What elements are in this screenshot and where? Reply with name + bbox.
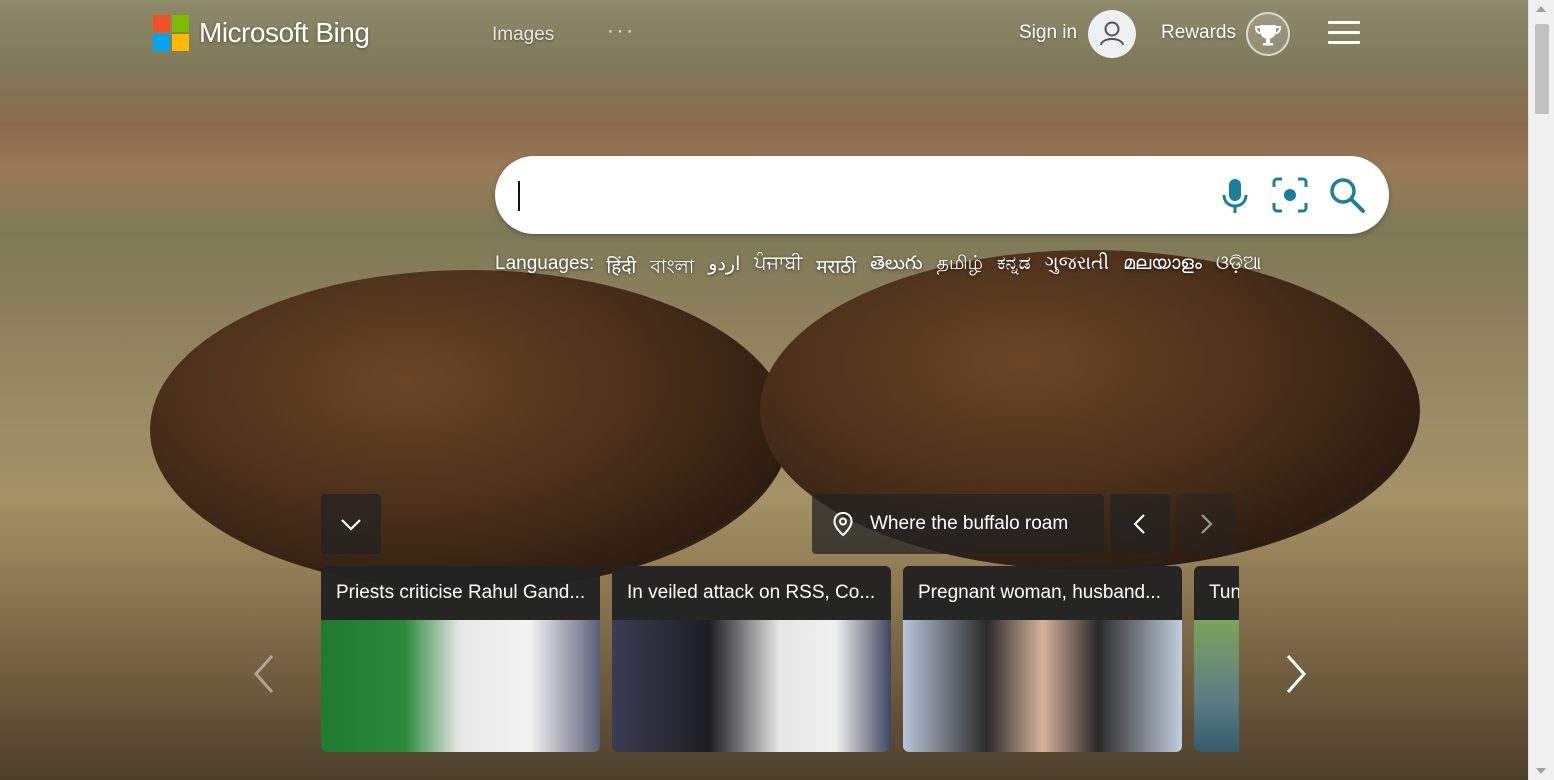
bison-left bbox=[150, 270, 790, 590]
visual-search-icon[interactable] bbox=[1271, 176, 1309, 214]
collapse-feed-button[interactable] bbox=[321, 494, 381, 554]
sign-in-link[interactable]: Sign in bbox=[1019, 22, 1077, 44]
chevron-down-icon bbox=[341, 519, 361, 531]
user-icon bbox=[1100, 21, 1124, 46]
microsoft-logo-icon bbox=[153, 15, 189, 51]
next-image-button[interactable] bbox=[1176, 494, 1236, 554]
search-icon[interactable] bbox=[1327, 175, 1367, 215]
news-card[interactable]: In veiled attack on RSS, Co... bbox=[612, 566, 891, 752]
scrollbar[interactable] bbox=[1528, 0, 1554, 780]
avatar-button[interactable] bbox=[1088, 10, 1136, 58]
carousel-next-icon[interactable] bbox=[1276, 650, 1316, 698]
menu-line-icon bbox=[1328, 41, 1360, 44]
search-box[interactable] bbox=[495, 156, 1389, 234]
language-link-bengali[interactable]: বাংলা bbox=[650, 253, 694, 285]
carousel-prev-icon[interactable] bbox=[244, 650, 284, 698]
news-card[interactable]: Tun bbox=[1194, 566, 1239, 752]
news-card-title[interactable]: In veiled attack on RSS, Co... bbox=[612, 566, 891, 620]
languages-label: Languages: bbox=[495, 253, 595, 274]
scroll-thumb[interactable] bbox=[1535, 24, 1549, 114]
trophy-icon bbox=[1254, 25, 1282, 46]
image-location-chip[interactable]: Where the buffalo roam bbox=[812, 494, 1104, 554]
language-link-tamil[interactable]: தமிழ் bbox=[937, 253, 983, 285]
news-card-thumbnail[interactable] bbox=[612, 620, 891, 752]
news-card-title[interactable]: Pregnant woman, husband... bbox=[903, 566, 1182, 620]
news-card-title[interactable]: Tun bbox=[1194, 566, 1239, 620]
language-link-marathi[interactable]: मराठी bbox=[816, 253, 856, 285]
language-link-punjabi[interactable]: ਪੰਜਾਬੀ bbox=[754, 253, 802, 285]
language-link-gujarati[interactable]: ગુજરાતી bbox=[1045, 253, 1109, 285]
languages-bar: Languages: हिंदी বাংলা اردو ਪੰਜਾਬੀ मराठी… bbox=[495, 253, 1261, 285]
chevron-left-icon bbox=[1133, 514, 1145, 534]
news-card[interactable]: Priests criticise Rahul Gand... bbox=[321, 566, 600, 752]
news-card-thumbnail[interactable] bbox=[903, 620, 1182, 752]
language-link-odia[interactable]: ଓଡ଼ିଆ bbox=[1216, 253, 1262, 285]
chevron-right-icon bbox=[1201, 514, 1213, 534]
nav-images-link[interactable]: Images bbox=[492, 24, 554, 46]
language-link-kannada[interactable]: ಕನ್ನಡ bbox=[997, 253, 1031, 285]
nav-more-button[interactable]: ··· bbox=[607, 20, 636, 43]
text-caret bbox=[518, 181, 520, 211]
bing-logo[interactable]: Microsoft Bing bbox=[153, 15, 370, 51]
language-link-malayalam[interactable]: മലയാളം bbox=[1123, 253, 1202, 285]
menu-line-icon bbox=[1328, 21, 1360, 24]
location-pin-icon bbox=[833, 511, 853, 537]
menu-line-icon bbox=[1328, 31, 1360, 34]
scroll-down-arrow-icon[interactable] bbox=[1536, 768, 1546, 774]
scroll-up-arrow-icon[interactable] bbox=[1536, 6, 1546, 12]
search-input[interactable] bbox=[517, 176, 1201, 216]
language-link-telugu[interactable]: తెలుగు bbox=[870, 253, 922, 285]
rewards-button[interactable] bbox=[1246, 12, 1290, 56]
microphone-icon[interactable] bbox=[1217, 176, 1253, 216]
news-card[interactable]: Pregnant woman, husband... bbox=[903, 566, 1182, 752]
language-link-hindi[interactable]: हिंदी bbox=[606, 253, 636, 285]
image-location-text: Where the buffalo roam bbox=[870, 513, 1069, 534]
news-card-thumbnail[interactable] bbox=[1194, 620, 1239, 752]
previous-image-button[interactable] bbox=[1110, 494, 1170, 554]
news-carousel: Priests criticise Rahul Gand... In veile… bbox=[321, 566, 1239, 752]
news-card-thumbnail[interactable] bbox=[321, 620, 600, 752]
news-card-title[interactable]: Priests criticise Rahul Gand... bbox=[321, 566, 600, 620]
rewards-link[interactable]: Rewards bbox=[1161, 22, 1236, 44]
logo-text: Microsoft Bing bbox=[199, 17, 370, 48]
language-link-urdu[interactable]: اردو bbox=[708, 253, 740, 285]
menu-button[interactable] bbox=[1328, 21, 1360, 45]
